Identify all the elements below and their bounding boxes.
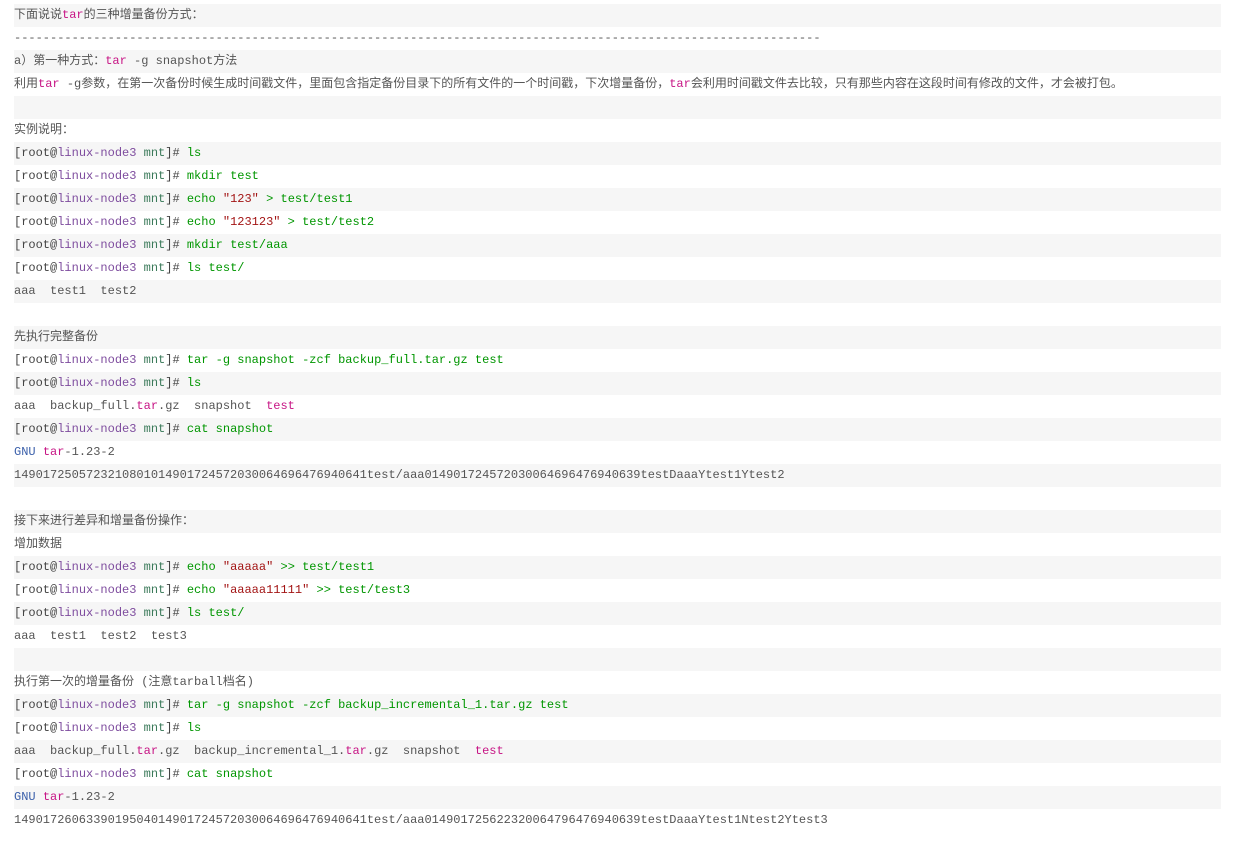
sec1-cmd-echo1: [root@linux-node3 mnt]# echo "123" > tes…: [14, 188, 1221, 211]
sec4-snapshot: 1490172606339019504014901724572030064696…: [14, 809, 1221, 832]
sec1-cmd-ls: [root@linux-node3 mnt]# ls: [14, 142, 1221, 165]
sec3-cmd-ls: [root@linux-node3 mnt]# ls test/: [14, 602, 1221, 625]
sec2-cmd-ls: [root@linux-node3 mnt]# ls: [14, 372, 1221, 395]
code-block: 下面说说tar的三种增量备份方式： ----------------------…: [14, 4, 1221, 832]
blank: [14, 303, 1221, 326]
sec3-header-1: 接下来进行差异和增量备份操作：: [14, 510, 1221, 533]
sec1-cmd-mkdir: [root@linux-node3 mnt]# mkdir test: [14, 165, 1221, 188]
sec2-snapshot: 1490172505723210801014901724572030064696…: [14, 464, 1221, 487]
sec4-cmd-tar: [root@linux-node3 mnt]# tar -g snapshot …: [14, 694, 1221, 717]
sec2-cmd-cat: [root@linux-node3 mnt]# cat snapshot: [14, 418, 1221, 441]
sec1-cmd-ls2: [root@linux-node3 mnt]# ls test/: [14, 257, 1221, 280]
sec3-cmd-echo1: [root@linux-node3 mnt]# echo "aaaaa" >> …: [14, 556, 1221, 579]
sec2-header: 先执行完整备份: [14, 326, 1221, 349]
sec4-cmd-cat: [root@linux-node3 mnt]# cat snapshot: [14, 763, 1221, 786]
sec2-output-ls: aaa backup_full.tar.gz snapshot test: [14, 395, 1221, 418]
sec4-cmd-ls: [root@linux-node3 mnt]# ls: [14, 717, 1221, 740]
intro-line-3: 利用tar -g参数，在第一次备份时候生成时间戳文件，里面包含指定备份目录下的所…: [14, 73, 1221, 96]
intro-line-1: 下面说说tar的三种增量备份方式：: [14, 4, 1221, 27]
sec3-output: aaa test1 test2 test3: [14, 625, 1221, 648]
sec2-gnu: GNU tar-1.23-2: [14, 441, 1221, 464]
intro-rule: ----------------------------------------…: [14, 27, 1221, 50]
sec2-cmd-tar: [root@linux-node3 mnt]# tar -g snapshot …: [14, 349, 1221, 372]
sec1-header: 实例说明：: [14, 119, 1221, 142]
sec1-cmd-mkdir2: [root@linux-node3 mnt]# mkdir test/aaa: [14, 234, 1221, 257]
blank: [14, 96, 1221, 119]
sec1-cmd-echo2: [root@linux-node3 mnt]# echo "123123" > …: [14, 211, 1221, 234]
blank: [14, 648, 1221, 671]
sec4-output-ls: aaa backup_full.tar.gz backup_incrementa…: [14, 740, 1221, 763]
intro-line-2: a）第一种方式：tar -g snapshot方法: [14, 50, 1221, 73]
blank: [14, 487, 1221, 510]
sec4-header: 执行第一次的增量备份 (注意tarball档名): [14, 671, 1221, 694]
sec3-cmd-echo2: [root@linux-node3 mnt]# echo "aaaaa11111…: [14, 579, 1221, 602]
sec4-gnu: GNU tar-1.23-2: [14, 786, 1221, 809]
sec3-header-2: 增加数据: [14, 533, 1221, 556]
sec1-output: aaa test1 test2: [14, 280, 1221, 303]
